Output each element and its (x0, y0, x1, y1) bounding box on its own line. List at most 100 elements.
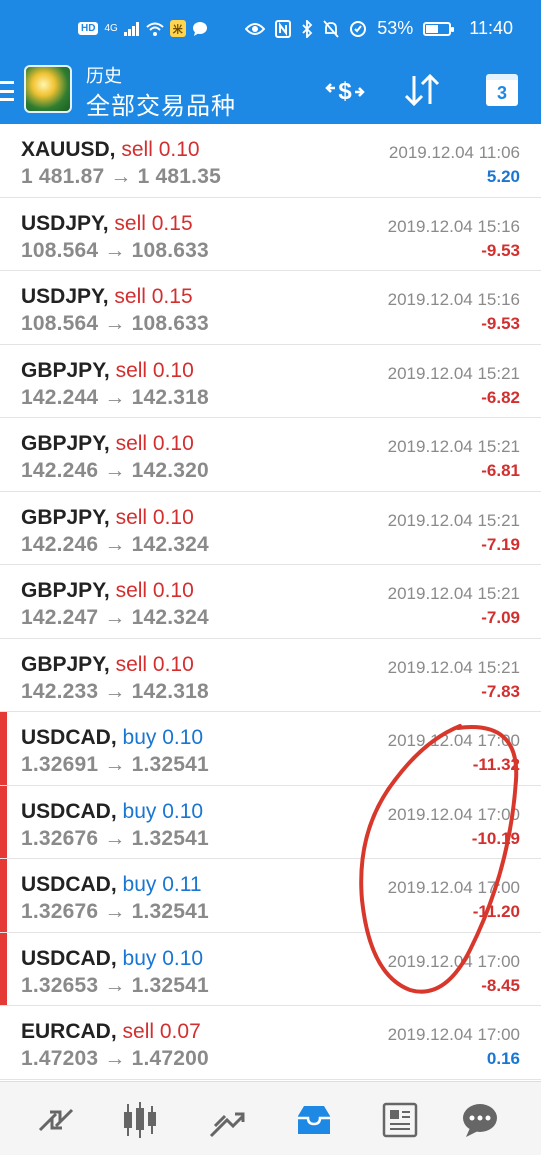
trade-row[interactable]: USDCAD, buy 0.11 1.32676 → 1.32541 2019.12… (0, 859, 541, 933)
chat-icon[interactable] (458, 1098, 502, 1142)
network-label: 4G (104, 23, 118, 34)
direction-label: sell (115, 579, 148, 602)
trade-profit: 5.20 (486, 167, 520, 186)
trade-profit: -11.32 (472, 755, 520, 774)
trade-direction: buy 0.10 (123, 947, 204, 970)
app-logo (24, 65, 72, 113)
symbol-label: GBPJPY, (21, 579, 110, 602)
volume-label: 0.10 (152, 505, 194, 529)
trade-datetime: 2019.12.04 17:00 (387, 804, 520, 824)
price-range: 108.564 → 108.633 (21, 312, 209, 335)
price-range: 142.233 → 142.318 (21, 679, 209, 703)
quotes-icon[interactable] (34, 1098, 78, 1142)
volume-label: 0.10 (152, 432, 194, 455)
symbol-label: XAUUSD, (21, 138, 116, 161)
trade-direction: sell 0.15 (114, 285, 192, 308)
volume-label: 0.10 (152, 358, 194, 382)
menu-icon[interactable] (0, 76, 18, 106)
direction-label: sell (114, 211, 146, 235)
page-title[interactable]: 全部交易品种 (86, 86, 236, 121)
trade-row[interactable]: GBPJPY, sell 0.10 142.244 → 142.318 2019.1… (0, 344, 541, 418)
trade-profit: -6.81 (481, 461, 520, 480)
trade-profit: -7.83 (481, 681, 520, 701)
mute-icon (323, 19, 339, 38)
volume-label: 0.15 (151, 211, 193, 235)
trade-icon[interactable] (205, 1098, 249, 1142)
trade-profit: -8.45 (481, 975, 520, 995)
trade-datetime: 2019.12.04 15:16 (387, 290, 520, 309)
trade-direction: sell 0.10 (116, 579, 194, 602)
trade-datetime: 2019.12.04 17:00 (387, 951, 520, 971)
trade-symbol: USDCAD, buy 0.11 (21, 873, 202, 897)
trade-row[interactable]: GBPJPY, sell 0.10 142.246 → 142.320 2019.1… (0, 418, 541, 492)
symbol-label: USDJPY, (21, 211, 109, 235)
trade-row[interactable]: USDCAD, buy 0.10 1.32676 → 1.32541 2019.12… (0, 785, 541, 859)
volume-label: 0.10 (152, 579, 194, 602)
volume-label: 0.10 (162, 799, 204, 823)
trade-row[interactable]: USDJPY, sell 0.15 108.564 → 108.633 2019.1… (0, 197, 541, 271)
bottom-navigation (0, 1081, 541, 1155)
trade-datetime: 2019.12.04 11:06 (388, 143, 520, 162)
symbol-label: GBPJPY, (21, 652, 110, 676)
status-left-icons: HD 4G 米 (78, 20, 208, 37)
calendar-icon[interactable]: 3 (480, 70, 524, 110)
trade-row[interactable]: XAUUSD, sell 0.10 1 481.87 → 1 481.35 2019… (0, 124, 541, 198)
direction-label: sell (115, 358, 148, 382)
trade-row[interactable]: GBPJPY, sell 0.10 142.246 → 142.324 2019.1… (0, 491, 541, 565)
direction-label: sell (115, 432, 148, 455)
trade-datetime: 2019.12.04 15:21 (387, 657, 520, 677)
trade-direction: sell 0.10 (116, 506, 194, 529)
direction-label: buy (122, 799, 157, 823)
price-range: 142.244 → 142.318 (21, 385, 209, 409)
chart-icon[interactable] (118, 1098, 162, 1142)
trade-direction: buy 0.10 (123, 726, 204, 749)
trade-symbol: USDCAD, buy 0.10 (21, 947, 203, 971)
trade-row[interactable]: USDJPY, sell 0.15 108.564 → 108.633 2019.1… (0, 271, 541, 345)
trade-history-list: XAUUSD, sell 0.10 1 481.87 → 1 481.35 2019… (0, 124, 541, 1080)
currency-exchange-icon[interactable]: $ (323, 70, 367, 110)
battery-fill (426, 24, 438, 33)
price-range: 108.564 → 108.633 (21, 238, 209, 262)
trade-row[interactable]: USDCAD, buy 0.10 1.32653 → 1.32541 2019.12… (0, 932, 541, 1006)
trade-profit: -9.53 (481, 240, 520, 260)
trade-direction: sell 0.10 (116, 432, 194, 455)
trade-profit: -7.09 (481, 608, 520, 627)
trade-symbol: USDJPY, sell 0.15 (21, 212, 193, 236)
eye-icon (245, 22, 266, 35)
symbol-label: GBPJPY, (21, 358, 110, 382)
trade-symbol: USDCAD, buy 0.10 (21, 800, 203, 824)
sort-icon[interactable] (400, 70, 444, 110)
price-range: 1.47203 → 1.47200 (21, 1047, 209, 1070)
trade-profit: -11.20 (472, 902, 520, 921)
direction-label: sell (114, 285, 146, 308)
hd-badge: HD (78, 22, 99, 35)
battery-percentage: 53% (377, 18, 414, 38)
trade-profit: -9.53 (481, 314, 520, 333)
price-range: 1.32691 → 1.32541 (21, 753, 209, 776)
trade-datetime: 2019.12.04 17:00 (387, 878, 520, 897)
bluetooth-icon (302, 19, 313, 38)
clock: 11:40 (469, 18, 513, 38)
trade-row[interactable]: GBPJPY, sell 0.10 142.247 → 142.324 2019.1… (0, 565, 541, 639)
price-range: 142.246 → 142.320 (21, 459, 209, 482)
trade-profit: -7.19 (481, 534, 520, 554)
message-icon (192, 21, 207, 36)
trade-symbol: GBPJPY, sell 0.10 (21, 653, 194, 677)
trade-profit: -6.82 (481, 387, 520, 407)
svg-text:$: $ (338, 78, 352, 105)
trade-symbol: GBPJPY, sell 0.10 (21, 506, 194, 530)
status-right-icons: 53% 11:40 (245, 18, 513, 39)
direction-label: sell (121, 138, 153, 161)
data-saver-icon (350, 20, 367, 37)
trade-row[interactable]: EURCAD, sell 0.07 1.47203 → 1.47200 2019.1… (0, 1006, 541, 1080)
trade-profit: 0.16 (486, 1049, 520, 1068)
history-icon[interactable] (292, 1098, 336, 1142)
trade-direction: buy 0.10 (123, 800, 204, 823)
symbol-label: USDCAD, (21, 946, 117, 970)
trade-row[interactable]: GBPJPY, sell 0.10 142.233 → 142.318 2019.1… (0, 638, 541, 712)
trade-datetime: 2019.12.04 15:16 (387, 216, 520, 236)
news-icon[interactable] (378, 1098, 422, 1142)
price-range: 1.32676 → 1.32541 (21, 900, 209, 923)
trade-row[interactable]: USDCAD, buy 0.10 1.32691 → 1.32541 2019.12… (0, 712, 541, 786)
trade-symbol: USDJPY, sell 0.15 (21, 285, 193, 309)
